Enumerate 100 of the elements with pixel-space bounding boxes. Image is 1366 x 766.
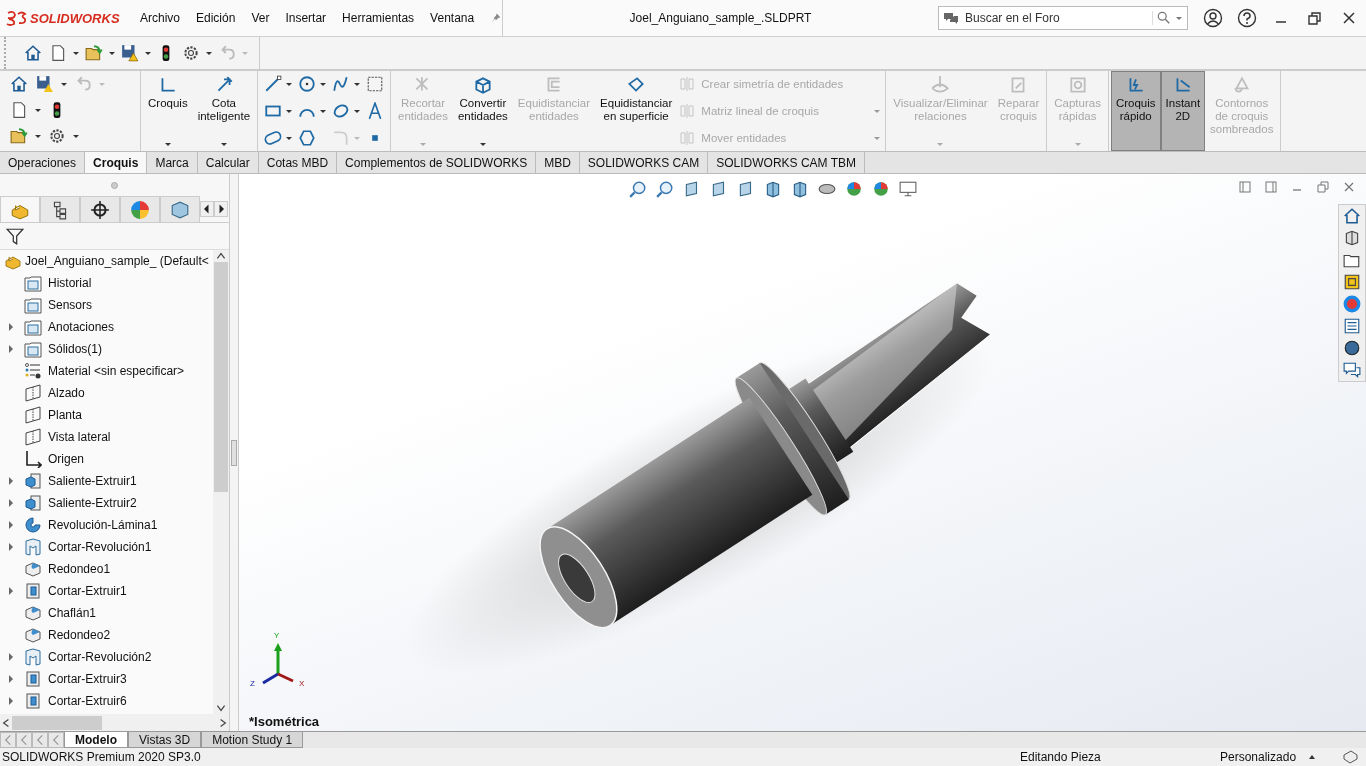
user-icon[interactable] <box>1203 8 1223 28</box>
grid-icon[interactable] <box>366 75 385 94</box>
caret-icon[interactable] <box>285 107 294 115</box>
tree-item[interactable]: Cortar-Extruir3 <box>48 672 127 686</box>
zoom-area-icon[interactable] <box>656 180 674 198</box>
tree-item[interactable]: Historial <box>48 276 92 290</box>
caret-icon[interactable] <box>34 106 42 114</box>
ribbon-tab[interactable]: Croquis <box>85 152 148 173</box>
home-icon[interactable] <box>1343 207 1361 225</box>
scroll-thumb[interactable] <box>12 715 102 730</box>
model-tab[interactable]: Modelo <box>64 732 128 748</box>
scene-icon[interactable] <box>872 180 890 198</box>
caret-icon[interactable] <box>60 80 68 88</box>
polygon-icon[interactable] <box>298 128 317 147</box>
open-folder-icon[interactable] <box>8 127 30 145</box>
scroll-left-icon[interactable] <box>200 201 214 217</box>
tile-icon[interactable] <box>1264 180 1278 194</box>
tree-item[interactable]: Cortar-Extruir6 <box>48 694 127 708</box>
expand-arrow-icon[interactable] <box>8 543 14 551</box>
splitter-handle[interactable] <box>231 439 237 466</box>
tree-item[interactable]: Sólidos(1) <box>48 342 103 356</box>
view-orientation-icon[interactable] <box>764 180 782 198</box>
ribbon-button[interactable]: Croquis <box>143 71 193 151</box>
tree-item[interactable]: Material <sin especificar> <box>48 364 185 378</box>
globe-icon[interactable] <box>1343 339 1361 357</box>
menu-item[interactable]: Edición <box>196 11 236 25</box>
tree-item[interactable]: Cortar-Revolución2 <box>48 650 152 664</box>
circle-icon[interactable] <box>298 75 317 94</box>
display-style-icon[interactable] <box>791 180 809 198</box>
grip-handle[interactable] <box>111 181 118 189</box>
ribbon-button[interactable]: Cota inteligente <box>192 71 256 151</box>
save-icon[interactable] <box>119 44 141 62</box>
expand-arrow-icon[interactable] <box>8 499 14 507</box>
zoom-fit-icon[interactable] <box>629 180 647 198</box>
tree-item[interactable]: Origen <box>48 452 85 466</box>
tree-item[interactable]: Sensors <box>48 298 93 312</box>
caret-icon[interactable] <box>108 49 116 57</box>
menu-item[interactable]: Archivo <box>140 11 180 25</box>
model-tab[interactable]: Motion Study 1 <box>201 732 304 748</box>
menu-item[interactable]: Herramientas <box>342 11 415 25</box>
tree-item[interactable]: Saliente-Extruir2 <box>48 496 137 510</box>
menu-item[interactable]: Insertar <box>285 11 327 25</box>
caret-icon[interactable] <box>319 80 328 89</box>
expand-arrow-icon[interactable] <box>8 587 14 595</box>
caret-icon[interactable] <box>353 107 362 115</box>
expand-arrow-icon[interactable] <box>8 345 14 353</box>
tree-item[interactable]: Cortar-Extruir1 <box>48 584 127 598</box>
search-field[interactable]: Buscar en el Foro <box>963 10 1152 26</box>
panel-tab[interactable] <box>40 196 80 222</box>
tree-item[interactable]: Alzado <box>48 386 85 400</box>
ribbon-button[interactable]: Croquis rápido <box>1110 71 1161 151</box>
menu-item[interactable]: Ver <box>251 11 270 25</box>
ribbon-button[interactable]: Convertir entidades <box>452 71 513 151</box>
search-bar[interactable]: Buscar en el Foro <box>938 6 1188 30</box>
caret-icon[interactable] <box>205 49 213 57</box>
line-icon[interactable] <box>264 75 283 94</box>
tree-item[interactable]: Saliente-Extruir1 <box>48 474 137 488</box>
expand-arrow-icon[interactable] <box>8 697 14 705</box>
caret-icon[interactable] <box>34 132 42 140</box>
expand-arrow-icon[interactable] <box>8 477 14 485</box>
tree-item[interactable]: Redondeo2 <box>48 628 111 642</box>
tree-item[interactable]: Planta <box>48 408 83 422</box>
color-wheel-icon[interactable] <box>1343 295 1361 313</box>
scroll-thumb[interactable] <box>214 262 228 492</box>
menu-item[interactable]: Ventana <box>430 11 475 25</box>
ellipse-icon[interactable] <box>332 102 351 120</box>
expand-arrow-icon[interactable] <box>8 653 14 661</box>
list-icon[interactable] <box>1343 317 1361 335</box>
units-selector[interactable]: Personalizado <box>1220 750 1308 764</box>
caret-icon[interactable] <box>72 49 80 57</box>
tree-item[interactable]: Redondeo1 <box>48 562 111 576</box>
tile-icon[interactable] <box>1238 180 1252 194</box>
caret-up-icon[interactable] <box>1308 753 1316 761</box>
ribbon-button[interactable]: Instant 2D <box>1160 71 1206 151</box>
home-icon[interactable] <box>22 44 44 62</box>
caret-icon[interactable] <box>144 49 152 57</box>
caret-icon[interactable] <box>319 107 328 115</box>
slot-icon[interactable] <box>264 128 283 147</box>
caret-icon[interactable] <box>353 80 362 89</box>
expand-arrow-icon[interactable] <box>8 323 14 331</box>
tree-item[interactable]: Joel_Anguiano_sample_ (Default< <box>25 254 209 268</box>
home-icon[interactable] <box>8 75 30 93</box>
tree-item[interactable]: Anotaciones <box>48 320 115 334</box>
palette-icon[interactable] <box>1343 273 1361 291</box>
expand-arrow-icon[interactable] <box>8 521 14 529</box>
save-icon[interactable] <box>34 75 56 93</box>
caret-icon[interactable] <box>285 80 294 89</box>
tree-item[interactable]: Revolución-Lámina1 <box>48 518 158 532</box>
open-folder-icon[interactable] <box>83 44 105 62</box>
expand-arrow-icon[interactable] <box>8 675 14 683</box>
model-tab[interactable]: Vistas 3D <box>128 732 202 748</box>
tree-item[interactable]: Cortar-Revolución1 <box>48 540 152 554</box>
monitor-icon[interactable] <box>899 180 917 198</box>
help-icon[interactable] <box>1237 8 1257 28</box>
panel-tab[interactable] <box>80 196 120 222</box>
caret-icon[interactable] <box>72 132 80 140</box>
scroll-right-icon[interactable] <box>214 201 228 217</box>
filter-icon[interactable] <box>6 227 24 245</box>
chat-icon[interactable] <box>1343 361 1361 379</box>
tree-item[interactable]: Chaflán1 <box>48 606 97 620</box>
